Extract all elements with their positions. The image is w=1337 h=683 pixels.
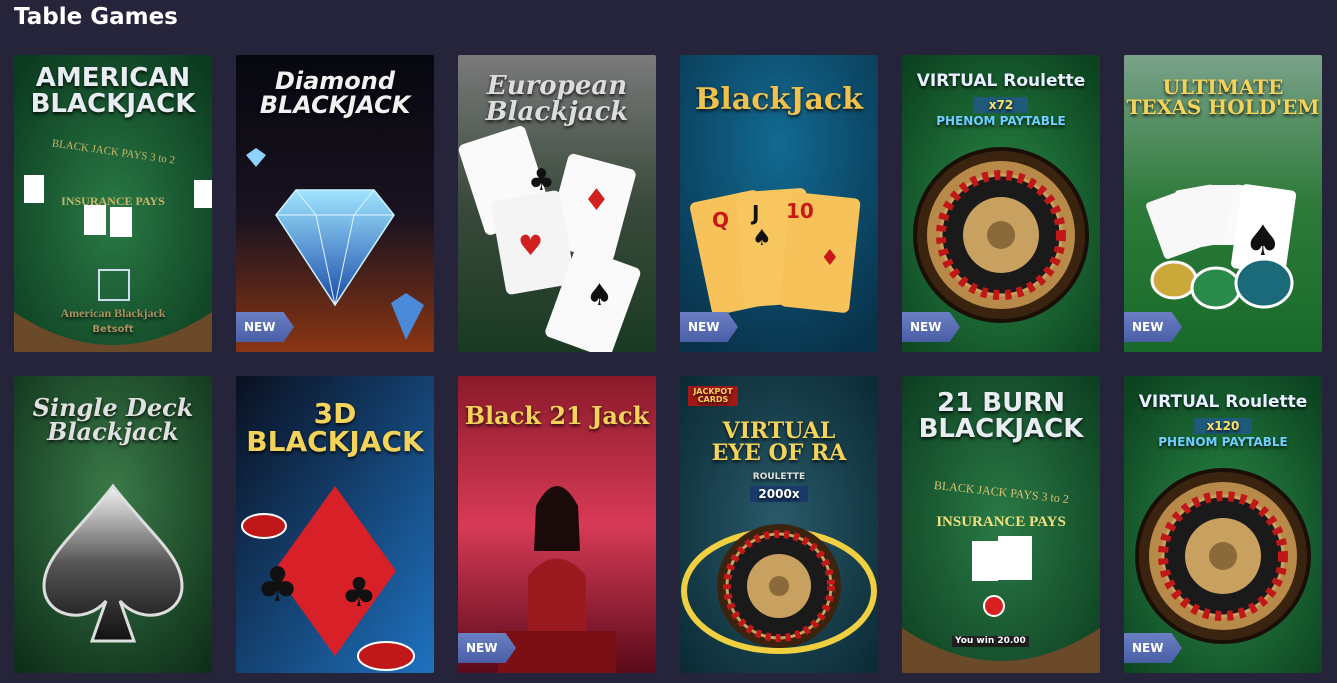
new-badge: NEW	[1124, 633, 1182, 663]
new-badge: NEW	[236, 312, 294, 342]
game-tile-virtual-roulette-x120[interactable]: VIRTUAL Roulette x120 PHENOM PAYTABLE NE…	[1124, 376, 1322, 673]
svg-text:♣: ♣	[528, 163, 555, 198]
new-badge: NEW	[902, 312, 960, 342]
game-tile-black-21-jack[interactable]: Black 21 Jack NEW	[458, 376, 656, 673]
game-tile-single-deck-blackjack[interactable]: Single Deck Blackjack	[14, 376, 212, 673]
section-title: Table Games	[14, 4, 178, 30]
svg-text:INSURANCE PAYS: INSURANCE PAYS	[61, 194, 165, 208]
tile-provider: Betsoft	[92, 324, 134, 335]
tile-title: VIRTUAL Roulette	[916, 71, 1086, 91]
game-tile-european-blackjack[interactable]: ♣ ♦ ♥ ♠ European Blackjack	[458, 55, 656, 352]
tile-title: AMERICAN BLACKJACK	[30, 63, 196, 119]
tile-title: European Blackjack	[485, 71, 629, 127]
tile-jackpot-tag: JACKPOT CARDS	[688, 386, 738, 406]
svg-text:♥: ♥	[518, 229, 543, 262]
svg-text:♦: ♦	[583, 183, 610, 218]
game-tile-ultimate-texas-holdem[interactable]: ♠ ULTIMATE TEXAS HOLD'EM NEW	[1124, 55, 1322, 352]
tile-title: BlackJack	[695, 82, 863, 117]
tile-multiplier: 2000x	[750, 486, 808, 502]
svg-text:♣: ♣	[256, 557, 299, 613]
tile-multiplier: x72	[974, 97, 1028, 113]
game-tile-virtual-eye-of-ra[interactable]: JACKPOT CARDS VIRTUAL EYE OF RA ROULETTE…	[680, 376, 878, 673]
tile-title: Black 21 Jack	[464, 401, 650, 430]
game-tile-diamond-blackjack[interactable]: Diamond BLACKJACK NEW	[236, 55, 434, 352]
tile-multiplier: x120	[1194, 418, 1252, 434]
svg-text:♦: ♦	[820, 246, 840, 271]
tile-title: Single Deck Blackjack	[32, 393, 194, 446]
game-tile-virtual-roulette-x72[interactable]: VIRTUAL Roulette x72 PHENOM PAYTABLE NEW	[902, 55, 1100, 352]
svg-text:Q: Q	[712, 208, 729, 232]
game-tile-3d-blackjack[interactable]: ♣ ♣ 3D BLACKJACK	[236, 376, 434, 673]
svg-text:10: 10	[786, 199, 814, 223]
new-badge: NEW	[680, 312, 738, 342]
game-tile-21-burn-blackjack[interactable]: BLACK JACK PAYS 3 to 2 INSURANCE PAYS 21…	[902, 376, 1100, 673]
tile-title: VIRTUAL Roulette	[1138, 392, 1308, 412]
tile-title: 3D BLACKJACK	[246, 397, 424, 458]
game-grid: BLACK JACK PAYS 3 to 2 INSURANCE PAYS AM…	[14, 55, 1322, 673]
tile-win-text: You win 20.00	[952, 636, 1029, 647]
svg-text:INSURANCE PAYS: INSURANCE PAYS	[936, 514, 1066, 530]
svg-text:♠: ♠	[586, 278, 613, 313]
svg-text:♠: ♠	[752, 226, 772, 251]
tile-subtitle: American Blackjack	[60, 306, 166, 320]
tile-title: Diamond BLACKJACK	[259, 67, 411, 119]
new-badge: NEW	[458, 633, 516, 663]
tile-title: 21 BURN BLACKJACK	[918, 388, 1084, 444]
game-tile-american-blackjack[interactable]: BLACK JACK PAYS 3 to 2 INSURANCE PAYS AM…	[14, 55, 212, 352]
tile-title: ULTIMATE TEXAS HOLD'EM	[1126, 75, 1320, 119]
svg-text:♣: ♣	[341, 570, 377, 616]
tile-title: VIRTUAL EYE OF RA	[711, 418, 847, 466]
tile-paytable: PHENOM PAYTABLE	[1158, 435, 1288, 449]
tile-subtitle: ROULETTE	[752, 472, 806, 482]
game-tile-blackjack[interactable]: Q J 10 ♠ ♦ BlackJack NEW	[680, 55, 878, 352]
new-badge: NEW	[1124, 312, 1182, 342]
svg-text:J: J	[750, 201, 759, 225]
tile-paytable: PHENOM PAYTABLE	[936, 114, 1066, 128]
